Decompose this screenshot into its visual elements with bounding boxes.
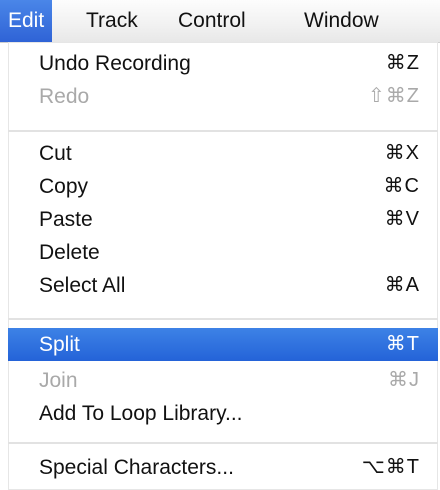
menu-item-cut[interactable]: Cut ⌘X	[8, 137, 438, 170]
menu-item-shortcut: ⌘Z	[385, 52, 420, 74]
menu-item-label: Copy	[39, 175, 89, 198]
menu-item-shortcut: ⇧⌘Z	[368, 85, 420, 107]
menu-item-paste[interactable]: Paste ⌘V	[8, 203, 438, 236]
menu-item-shortcut: ⌘J	[388, 369, 420, 391]
menu-item-label: Join	[39, 369, 78, 392]
menu-item-select-all[interactable]: Select All ⌘A	[8, 269, 438, 302]
menu-item-label: Split	[39, 333, 80, 356]
menu-control[interactable]: Control	[170, 0, 254, 42]
menu-item-shortcut: ⌘V	[384, 208, 420, 230]
app-screen: Edit Track Control Window Undo Recording…	[0, 0, 440, 490]
menu-item-label: Redo	[39, 85, 90, 108]
menu-separator	[8, 130, 438, 132]
menu-item-label: Undo Recording	[39, 52, 191, 75]
menu-item-undo-recording[interactable]: Undo Recording ⌘Z	[8, 47, 438, 80]
menu-item-shortcut: ⌘A	[384, 274, 420, 296]
menu-separator	[8, 318, 438, 320]
menu-item-label: Delete	[39, 241, 100, 264]
menu-window[interactable]: Window	[296, 0, 387, 42]
menu-item-shortcut: ⌘T	[385, 333, 420, 355]
menu-item-shortcut: ⌘X	[384, 142, 420, 164]
menu-bar: Edit Track Control Window	[0, 0, 440, 43]
menu-item-label: Add To Loop Library...	[39, 402, 243, 425]
menu-item-add-to-loop-library[interactable]: Add To Loop Library...	[8, 397, 438, 430]
menu-item-label: Special Characters...	[39, 456, 234, 479]
menu-item-label: Paste	[39, 208, 93, 231]
menu-item-label: Cut	[39, 142, 72, 165]
menu-item-split[interactable]: Split ⌘T	[8, 328, 438, 361]
menu-item-join: Join ⌘J	[8, 364, 438, 397]
menu-item-special-characters[interactable]: Special Characters... ⌥⌘T	[8, 451, 438, 484]
menu-item-redo: Redo ⇧⌘Z	[8, 80, 438, 113]
menu-item-shortcut: ⌥⌘T	[361, 456, 420, 478]
menu-separator	[8, 442, 438, 444]
menu-edit[interactable]: Edit	[0, 0, 53, 42]
menu-item-label: Select All	[39, 274, 126, 297]
menu-item-copy[interactable]: Copy ⌘C	[8, 170, 438, 203]
edit-menu-dropdown: Undo Recording ⌘Z Redo ⇧⌘Z Cut ⌘X Copy ⌘…	[8, 42, 438, 490]
menu-item-shortcut: ⌘C	[383, 175, 420, 197]
menu-track[interactable]: Track	[78, 0, 146, 42]
menu-item-delete[interactable]: Delete	[8, 236, 438, 269]
